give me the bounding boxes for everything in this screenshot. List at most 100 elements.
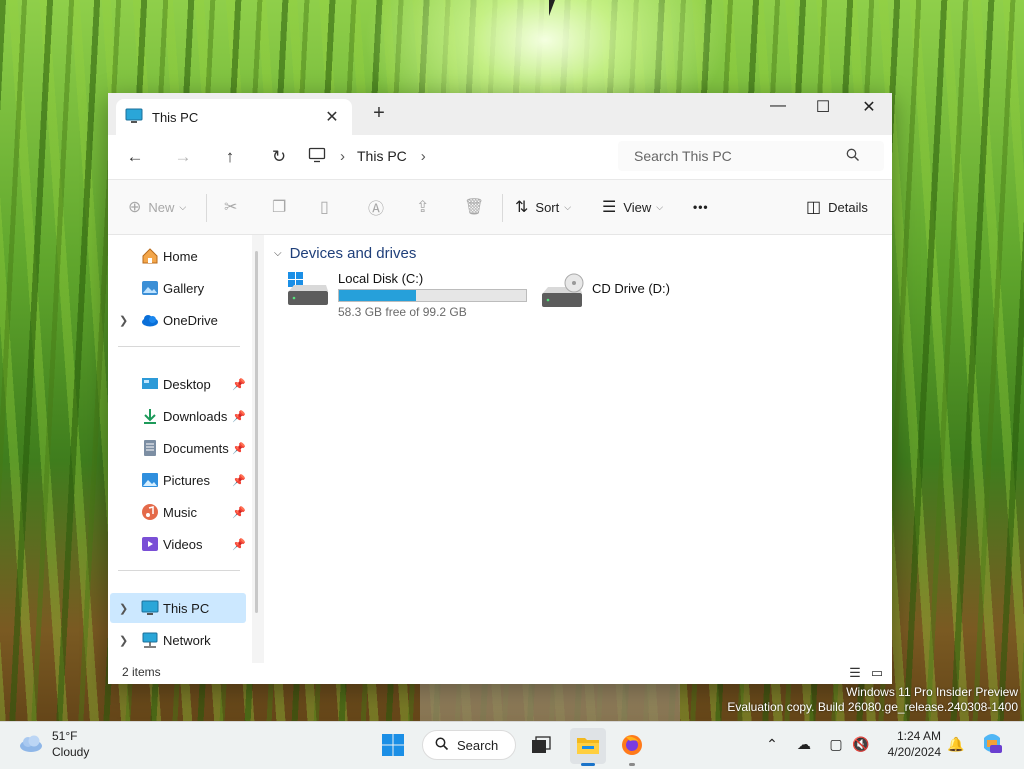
command-bar: ⊕ New ⌵ ✂ ❐ ▯ Ⓐ ⇪ 🗑 ⇅ Sort ⌵ ☰ View ⌵ ••… [108,180,892,235]
rename-button[interactable]: Ⓐ [368,196,391,218]
tab-this-pc[interactable]: This PC ✕ [116,99,352,135]
item-count: 2 items [122,665,161,679]
close-button[interactable]: ✕ [849,97,889,119]
title-bar[interactable]: This PC ✕ + — ☐ ✕ [108,93,892,135]
sort-icon: ⇅ [515,199,529,216]
music-icon [141,503,159,521]
show-hidden-icons-chevron-icon[interactable]: ⌃ [762,736,782,753]
share-button[interactable]: ⇪ [416,196,436,218]
taskbar-search[interactable]: Search [422,730,516,760]
paste-button[interactable]: ▯ [320,196,336,218]
network-display-icon[interactable]: ▢ [826,736,846,753]
tab-close-icon[interactable]: ✕ [318,107,346,127]
breadcrumb-chevron-icon[interactable]: › [421,148,426,165]
copilot-icon[interactable] [980,732,1004,757]
evaluation-watermark: Windows 11 Pro Insider Preview Evaluatio… [727,685,1018,715]
volume-muted-icon[interactable]: 🔇 [851,736,871,753]
running-indicator [629,763,635,766]
sidebar-scrollbar-track[interactable] [252,235,264,663]
tab-title: This PC [152,109,199,125]
network-icon [141,631,159,649]
sidebar-item-home[interactable]: Home [110,241,246,271]
view-label: View [623,199,652,215]
clock-time: 1:24 AM [896,729,941,743]
active-indicator [581,763,595,766]
sidebar-item-documents[interactable]: Documents 📌 [110,433,246,463]
breadcrumb-separator[interactable]: › [340,148,345,165]
breadcrumb-this-pc[interactable]: This PC [357,148,407,164]
delete-button[interactable]: 🗑 [464,196,491,218]
search-icon[interactable] [846,148,860,165]
task-view-icon [531,735,551,757]
firefox-icon [620,733,644,760]
onedrive-offline-icon[interactable]: ☁ [794,736,814,753]
sidebar-item-desktop[interactable]: Desktop 📌 [110,369,246,399]
download-icon [141,407,159,425]
task-view-button[interactable] [523,728,559,764]
pin-icon[interactable]: 📌 [232,506,246,519]
pin-icon[interactable]: 📌 [232,378,246,391]
new-button[interactable]: ⊕ New ⌵ [128,196,186,218]
folder-icon [576,735,600,758]
group-header-devices[interactable]: ⌵ Devices and drives [274,245,416,262]
more-icon: ••• [693,200,709,214]
up-button[interactable]: ↑ [217,145,243,169]
navigation-pane: Home Gallery ❯ OneDrive Desktop 📌 Downlo… [108,235,262,663]
sidebar-item-this-pc[interactable]: ❯ This PC [110,593,246,623]
sidebar-item-music[interactable]: Music 📌 [110,497,246,527]
minimize-button[interactable]: — [758,97,798,119]
this-pc-icon [125,108,143,127]
cloud-icon [141,311,159,329]
address-bar[interactable]: › This PC › [308,141,608,171]
cut-button[interactable]: ✂ [224,196,244,218]
sidebar-scrollbar-thumb[interactable] [255,251,258,613]
sidebar-item-label: Desktop [163,376,211,392]
maximize-button[interactable]: ☐ [803,97,843,119]
firefox-taskbar-button[interactable] [614,728,650,766]
collapse-chevron-icon[interactable]: ⌵ [274,248,282,259]
drive-usage-fill [339,290,416,301]
sidebar-item-gallery[interactable]: Gallery [110,273,246,303]
details-button[interactable]: ◫ Details [806,196,868,218]
sidebar-item-downloads[interactable]: Downloads 📌 [110,401,246,431]
view-button[interactable]: ☰ View ⌵ [602,196,663,218]
expand-chevron-icon[interactable]: ❯ [119,314,128,327]
group-title: Devices and drives [289,245,417,262]
sidebar-item-videos[interactable]: Videos 📌 [110,529,246,559]
details-view-icon[interactable]: ☰ [847,665,863,681]
this-pc-icon [141,599,159,617]
sidebar-item-network[interactable]: ❯ Network [110,625,246,655]
command-divider [206,194,207,222]
file-explorer-taskbar-button[interactable] [570,728,606,766]
search-input[interactable] [632,147,846,165]
copy-button[interactable]: ❐ [272,196,293,218]
forward-button[interactable]: → [170,145,196,169]
pin-icon[interactable]: 📌 [232,442,246,455]
new-label: New [148,199,175,215]
clock[interactable]: 1:24 AM 4/20/2024 [883,728,941,760]
sidebar-item-pictures[interactable]: Pictures 📌 [110,465,246,495]
windows-logo-icon [382,733,404,759]
more-options-button[interactable]: ••• [693,196,709,218]
sidebar-item-onedrive[interactable]: ❯ OneDrive [110,305,246,335]
back-button[interactable]: ← [122,145,148,169]
drive-local-disk-c[interactable]: Local Disk (C:) 58.3 GB free of 99.2 GB [286,271,527,319]
weather-widget[interactable]: 51°F Cloudy [18,728,89,760]
expand-chevron-icon[interactable]: ❯ [119,602,128,615]
search-box[interactable] [618,141,884,171]
sidebar-item-label: Home [163,248,198,264]
refresh-button[interactable]: ↻ [266,145,292,169]
pin-icon[interactable]: 📌 [232,410,246,423]
chevron-down-icon: ⌵ [179,201,187,212]
pin-icon[interactable]: 📌 [232,474,246,487]
large-icons-view-icon[interactable]: ▭ [869,665,885,681]
sort-button[interactable]: ⇅ Sort ⌵ [515,196,571,218]
expand-chevron-icon[interactable]: ❯ [119,634,128,647]
start-button[interactable] [375,728,411,764]
taskbar: 51°F Cloudy Search ⌃ ☁ ▢ 🔇 1:24 AM 4/20/… [0,721,1024,769]
pin-icon[interactable]: 📌 [232,538,246,551]
notification-bell-icon[interactable]: 🔔 [946,736,966,753]
address-toolbar: ← → ↑ ↻ › This PC › [108,135,892,180]
new-tab-button[interactable]: + [368,102,390,125]
drive-cd-d[interactable]: CD Drive (D:) [540,273,670,314]
